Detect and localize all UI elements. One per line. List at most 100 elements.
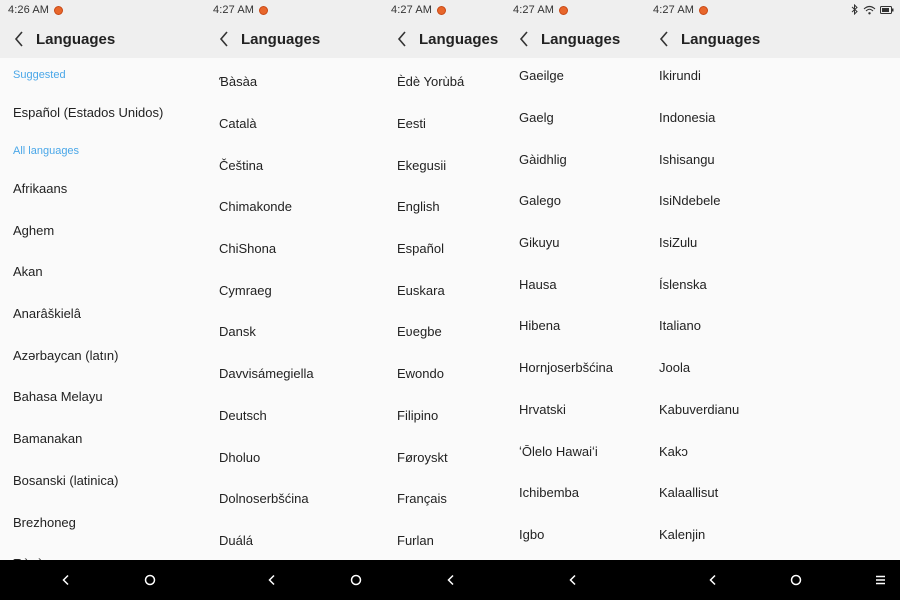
language-item[interactable]: Ɓàsàa xyxy=(0,543,205,560)
language-item[interactable]: Eesti xyxy=(383,103,505,145)
language-item[interactable]: English xyxy=(383,186,505,228)
language-item[interactable]: Íslenska xyxy=(645,263,900,305)
language-item[interactable]: Dansk xyxy=(205,311,383,353)
language-item[interactable]: Aghem xyxy=(0,209,205,251)
language-item[interactable]: Català xyxy=(205,103,383,145)
language-item[interactable]: Gikuyu xyxy=(505,222,645,264)
nav-back-button[interactable] xyxy=(58,572,74,588)
page-title: Languages xyxy=(241,30,321,48)
nav-home-button[interactable] xyxy=(142,572,158,588)
nav-back-button[interactable] xyxy=(264,572,280,588)
back-button[interactable] xyxy=(649,20,679,58)
language-item[interactable]: Bahasa Melayu xyxy=(0,376,205,418)
language-item[interactable]: Azərbaycan (latın) xyxy=(0,334,205,376)
language-item[interactable]: Euskara xyxy=(383,269,505,311)
page-title: Languages xyxy=(36,30,116,48)
language-item[interactable]: Kalaallisut xyxy=(645,472,900,514)
language-item[interactable]: Čeština xyxy=(205,144,383,186)
language-item[interactable]: Français xyxy=(383,478,505,520)
language-item[interactable]: Akan xyxy=(0,251,205,293)
nav-back-button[interactable] xyxy=(565,572,581,588)
language-item[interactable]: Kalenjin xyxy=(645,514,900,556)
section-suggested: Suggested xyxy=(13,69,66,81)
language-item[interactable]: Chimakonde xyxy=(205,186,383,228)
nav-menu-icon xyxy=(875,575,885,585)
notification-icon xyxy=(437,5,447,15)
nav-home-icon xyxy=(790,574,802,586)
language-item[interactable]: Furlan xyxy=(383,520,505,560)
language-item[interactable]: Indonesia xyxy=(645,97,900,139)
language-item[interactable]: Italiano xyxy=(645,305,900,347)
section-all-languages: All languages xyxy=(13,144,80,157)
nav-home-button[interactable] xyxy=(348,572,364,588)
language-item[interactable]: Føroyskt xyxy=(383,436,505,478)
language-item[interactable]: IsiZulu xyxy=(645,222,900,264)
language-item[interactable]: Brezhoneg xyxy=(0,501,205,543)
language-item[interactable]: IsiNdebele xyxy=(645,180,900,222)
status-bar: 4:27 AM xyxy=(645,0,900,20)
language-item-suggested[interactable]: Español (Estados Unidos) xyxy=(0,92,205,134)
language-item[interactable]: Filipino xyxy=(383,395,505,437)
screen-panel-1: 4:26 AM Languages Suggested Español (Est… xyxy=(0,0,205,560)
nav-home-icon xyxy=(144,574,156,586)
language-item[interactable]: Hibena xyxy=(505,305,645,347)
back-chevron-icon xyxy=(14,31,23,47)
language-item[interactable]: Gàidhlig xyxy=(505,138,645,180)
language-item[interactable]: Gaelg xyxy=(505,97,645,139)
language-item[interactable]: Ichibemba xyxy=(505,472,645,514)
language-item[interactable]: Hausa xyxy=(505,263,645,305)
nav-back-icon xyxy=(709,574,716,586)
battery-icon xyxy=(880,5,894,14)
nav-back-button[interactable] xyxy=(705,572,721,588)
language-item[interactable]: Bosanski (latinica) xyxy=(0,460,205,502)
language-item[interactable]: Joola xyxy=(645,347,900,389)
back-chevron-icon xyxy=(397,31,406,47)
language-item[interactable]: Bamanakan xyxy=(0,418,205,460)
language-item[interactable]: Hrvatski xyxy=(505,389,645,431)
app-header: Languages xyxy=(205,20,383,58)
language-item[interactable]: ChiShona xyxy=(205,228,383,270)
language-item[interactable]: Gaeilge xyxy=(505,55,645,97)
language-item[interactable]: Anarâškielâ xyxy=(0,293,205,335)
status-bar: 4:27 AM xyxy=(505,0,645,20)
nav-home-button[interactable] xyxy=(788,572,804,588)
bluetooth-icon xyxy=(851,4,858,15)
language-item[interactable]: Ɓàsàa xyxy=(205,61,383,103)
language-list: Suggested Español (Estados Unidos) All l… xyxy=(0,58,205,560)
language-item[interactable]: Hornjoserbšćina xyxy=(505,347,645,389)
language-item[interactable]: Èdè Yorùbá xyxy=(383,61,505,103)
language-item[interactable]: ʻŌlelo Hawaiʻi xyxy=(505,430,645,472)
language-item[interactable]: Igbo xyxy=(505,514,645,556)
language-item[interactable]: Galego xyxy=(505,180,645,222)
language-item[interactable]: Ewondo xyxy=(383,353,505,395)
language-item[interactable]: Eʋegbe xyxy=(383,311,505,353)
notification-icon xyxy=(54,5,64,15)
page-title: Languages xyxy=(681,30,761,48)
language-item[interactable]: Afrikaans xyxy=(0,168,205,210)
language-item[interactable]: Ekegusii xyxy=(383,144,505,186)
language-item[interactable]: Dolnoserbšćina xyxy=(205,478,383,520)
status-time: 4:27 AM xyxy=(513,4,555,16)
app-header: Languages xyxy=(0,20,205,58)
nav-back-button[interactable] xyxy=(443,572,459,588)
back-button[interactable] xyxy=(4,20,34,58)
language-item[interactable]: Ishisangu xyxy=(645,138,900,180)
nav-back-icon xyxy=(62,574,69,586)
language-item[interactable]: Cymraeg xyxy=(205,269,383,311)
language-item[interactable]: Kakɔ xyxy=(645,430,900,472)
status-time: 4:26 AM xyxy=(8,4,50,16)
app-header: Languages xyxy=(383,20,505,58)
back-button[interactable] xyxy=(209,20,239,58)
status-bar: 4:26 AM xyxy=(0,0,205,20)
language-item[interactable]: Davvisámegiella xyxy=(205,353,383,395)
language-item[interactable]: Kabuverdianu xyxy=(645,389,900,431)
back-button[interactable] xyxy=(387,20,417,58)
language-item[interactable]: Duálá xyxy=(205,520,383,560)
language-item[interactable]: Deutsch xyxy=(205,395,383,437)
back-chevron-icon xyxy=(659,31,668,47)
language-item[interactable]: Dholuo xyxy=(205,436,383,478)
language-item[interactable]: Ikirundi xyxy=(645,55,900,97)
language-item[interactable]: Español xyxy=(383,228,505,270)
nav-menu-button[interactable] xyxy=(872,572,888,588)
back-button[interactable] xyxy=(509,20,539,58)
